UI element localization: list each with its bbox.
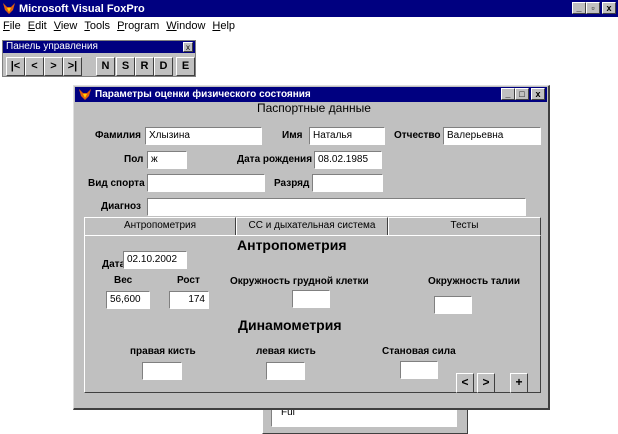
name-field[interactable]: Наталья: [309, 127, 385, 145]
first-record-button[interactable]: |<: [6, 57, 25, 76]
menu-help[interactable]: Help: [212, 20, 235, 32]
toolbar-close-button[interactable]: x: [183, 42, 193, 52]
dialog-title: Параметры оценки физического состояния: [95, 89, 311, 100]
menu-view[interactable]: View: [54, 20, 78, 32]
menu-edit[interactable]: Edit: [28, 20, 47, 32]
anthropometry-panel: Антропометрия Дата 02.10.2002 Вес Рост 5…: [84, 235, 541, 393]
left-hand-label: левая кисть: [256, 346, 316, 357]
revert-record-button[interactable]: R: [135, 57, 154, 76]
chest-label: Окружность грудной клетки: [230, 276, 369, 287]
waist-label: Окружность талии: [428, 276, 521, 287]
diagnosis-label: Диагноз: [101, 201, 141, 212]
surname-label: Фамилия: [95, 130, 141, 141]
height-label: Рост: [177, 275, 200, 286]
right-hand-field[interactable]: [142, 362, 182, 380]
waist-field[interactable]: [434, 296, 472, 314]
tab-tests[interactable]: Тесты: [388, 217, 541, 235]
delete-record-button[interactable]: D: [154, 57, 173, 76]
right-hand-label: правая кисть: [130, 346, 196, 357]
name-label: Имя: [282, 130, 303, 141]
dialog-close-button[interactable]: x: [531, 88, 545, 100]
date-field[interactable]: 02.10.2002: [123, 251, 187, 269]
rank-field[interactable]: [312, 174, 383, 192]
menu-window[interactable]: Window: [166, 20, 205, 32]
weight-label: Вес: [114, 275, 133, 286]
dialog-title-bar: Параметры оценки физического состояния _…: [75, 87, 547, 102]
next-button[interactable]: >: [477, 373, 495, 393]
left-hand-field[interactable]: [266, 362, 305, 380]
app-title-bar: Microsoft Visual FoxPro _ ▫ x: [0, 0, 618, 17]
new-record-button[interactable]: N: [96, 57, 115, 76]
dialog-maximize-button[interactable]: □: [515, 88, 529, 100]
prev-button[interactable]: <: [456, 373, 474, 393]
parameters-dialog: Параметры оценки физического состояния _…: [73, 85, 550, 410]
add-button[interactable]: +: [510, 373, 528, 393]
surname-field[interactable]: Хлызина: [145, 127, 262, 145]
app-restore-button[interactable]: ▫: [586, 2, 600, 14]
patronymic-label: Отчество: [394, 130, 441, 141]
rank-label: Разряд: [274, 178, 310, 189]
next-record-button[interactable]: >: [44, 57, 63, 76]
birthdate-field[interactable]: 08.02.1985: [314, 151, 382, 169]
menu-file[interactable]: File: [3, 20, 21, 32]
patronymic-field[interactable]: Валерьевна: [443, 127, 541, 145]
tab-anthropometry[interactable]: Антропометрия: [84, 217, 236, 235]
birthdate-label: Дата рождения: [237, 154, 313, 165]
sex-field[interactable]: ж: [147, 151, 187, 169]
sex-label: Пол: [124, 154, 144, 165]
chest-field[interactable]: [292, 290, 330, 308]
last-record-button[interactable]: >|: [63, 57, 82, 76]
foxpro-icon: [3, 3, 15, 14]
toolbar-title: Панель управления x: [3, 41, 195, 53]
weight-field[interactable]: 56,600: [106, 291, 150, 309]
menu-program[interactable]: Program: [117, 20, 159, 32]
height-field[interactable]: 174: [169, 291, 209, 309]
back-strength-label: Становая сила: [382, 346, 456, 357]
save-record-button[interactable]: S: [116, 57, 135, 76]
sport-field[interactable]: [147, 174, 265, 192]
back-strength-field[interactable]: [400, 361, 438, 379]
control-panel-toolbar: Панель управления x |< < > >| N S R D E: [2, 40, 196, 77]
diagnosis-field[interactable]: [147, 198, 526, 216]
dialog-minimize-button[interactable]: _: [501, 88, 515, 100]
dynamometry-heading: Динамометрия: [238, 317, 342, 333]
date-label: Дата: [102, 259, 126, 270]
anthropometry-heading: Антропометрия: [237, 237, 347, 253]
sport-label: Вид спорта: [88, 178, 145, 189]
menu-bar: File Edit View Tools Program Window Help: [0, 17, 618, 35]
menu-tools[interactable]: Tools: [84, 20, 110, 32]
app-close-button[interactable]: x: [602, 2, 616, 14]
app-minimize-button[interactable]: _: [572, 2, 586, 14]
prev-record-button[interactable]: <: [25, 57, 44, 76]
passport-heading: Паспортные данные: [257, 101, 371, 115]
foxpro-icon: [79, 89, 91, 100]
tab-cardio-respiratory[interactable]: СС и дыхательная система: [236, 217, 388, 235]
app-title: Microsoft Visual FoxPro: [19, 2, 145, 15]
exit-button[interactable]: E: [176, 57, 195, 76]
